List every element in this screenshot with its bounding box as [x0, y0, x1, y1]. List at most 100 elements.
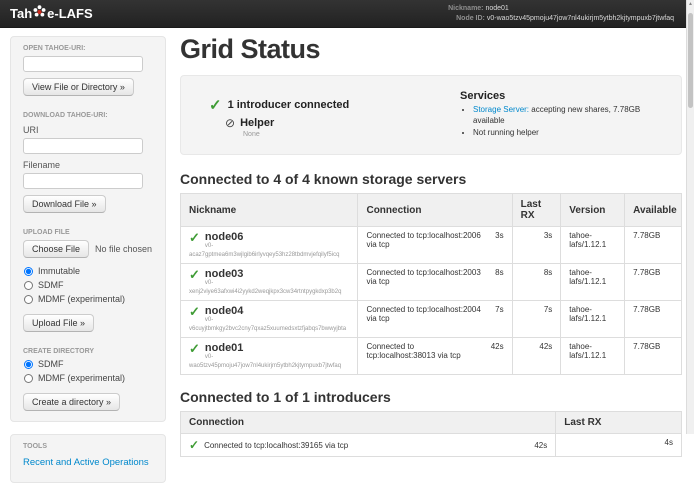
uri-field-label: URI [23, 125, 153, 135]
col-available: Available [625, 194, 682, 227]
connection-text: Connected to tcp:localhost:2006 via tcp [366, 231, 489, 249]
vertical-scrollbar[interactable]: ▲ [686, 0, 694, 434]
available-cell: 7.78GB [625, 264, 682, 301]
peerid-prefix: v0- [205, 243, 244, 250]
peerid-prefix: v0- [205, 354, 244, 361]
introducer-status-text: 1 introducer connected [228, 99, 350, 111]
open-uri-label: OPEN TAHOE-URI: [23, 45, 153, 52]
logo-text-prefix: Tah [10, 6, 32, 21]
storage-table-header-row: Nickname Connection Last RX Version Avai… [181, 194, 682, 227]
radio-mdmf[interactable] [24, 295, 33, 304]
radio-immutable[interactable] [24, 267, 33, 276]
connection-age: 8s [495, 268, 503, 277]
radio-sdmf-label: SDMF [38, 280, 64, 290]
upload-group: UPLOAD FILE Choose File No file chosen I… [23, 229, 153, 332]
scrollbar-thumb[interactable] [688, 13, 693, 108]
filename-input[interactable] [23, 173, 143, 189]
version-cell: tahoe-lafs/1.12.1 [561, 264, 625, 301]
table-row: ✓ node06 v0- acaz7gptmea6m3wjlgib6irlyvq… [181, 227, 682, 264]
connection-cell: Connected to tcp:localhost:2006 via tcp … [358, 227, 512, 264]
available-cell: 7.78GB [625, 301, 682, 338]
upload-file-label: UPLOAD FILE [23, 229, 153, 236]
no-helper-icon: ⊘ [225, 116, 235, 130]
services-panel: Services Storage Server: accepting new s… [460, 88, 665, 144]
nickname-cell: ✓ node01 v0- wao5tzv45pmoju47jow7nl4ukir… [181, 338, 358, 375]
connection-age: 42s [491, 342, 504, 351]
tahoe-lafs-logo: Tah e-LAFS [10, 5, 93, 23]
col-connection: Connection [358, 194, 512, 227]
logo-text-suffix: e-LAFS [47, 6, 93, 21]
radio-row-dir-mdmf: MDMF (experimental) [23, 373, 153, 383]
open-uri-input[interactable] [23, 56, 143, 72]
tools-label: TOOLS [23, 443, 153, 450]
version-cell: tahoe-lafs/1.12.1 [561, 338, 625, 375]
radio-dir-mdmf[interactable] [24, 374, 33, 383]
choose-file-button[interactable]: Choose File [23, 240, 89, 258]
connection-text: Connected to tcp:localhost:38013 via tcp [366, 342, 484, 360]
node-id-label: Node ID: [456, 15, 485, 22]
create-directory-button[interactable]: Create a directory » [23, 393, 120, 411]
grid-status-well: ✓ 1 introducer connected ⊘ Helper None S… [180, 75, 682, 155]
radio-dir-sdmf-label: SDMF [38, 359, 64, 369]
node-nickname: node01 [205, 342, 244, 354]
download-file-button[interactable]: Download File » [23, 195, 106, 213]
last-rx-cell: 3s [512, 227, 561, 264]
last-rx-cell: 7s [512, 301, 561, 338]
available-cell: 7.78GB [625, 227, 682, 264]
tools-panel: TOOLS Recent and Active Operations [10, 434, 166, 483]
node-id-value: v0-wao5tzv45pmoju47jow7nl4ukirjm5ytbh2kj… [487, 15, 674, 22]
connection-text: Connected to tcp:localhost:2004 via tcp [366, 305, 489, 323]
table-row: ✓ node01 v0- wao5tzv45pmoju47jow7nl4ukir… [181, 338, 682, 375]
create-directory-label: CREATE DIRECTORY [23, 348, 153, 355]
tahoe-dots-icon [32, 5, 47, 23]
upload-file-button[interactable]: Upload File » [23, 314, 94, 332]
radio-immutable-label: Immutable [38, 266, 80, 276]
nickname-cell: ✓ node04 v0- v6cuyjtbmkgy2bvc2cny7qxaz5x… [181, 301, 358, 338]
introducer-status-line: ✓ 1 introducer connected [209, 96, 460, 114]
open-uri-group: OPEN TAHOE-URI: View File or Directory » [23, 45, 153, 96]
helper-status-line: ⊘ Helper [225, 116, 460, 130]
no-file-chosen-text: No file chosen [95, 244, 152, 254]
check-icon: ✓ [189, 231, 200, 244]
nickname-label: Nickname: [448, 5, 483, 12]
filename-field-label: Filename [23, 160, 153, 170]
radio-row-immutable: Immutable [23, 266, 153, 276]
table-row: ✓ Connected to tcp:localhost:39165 via t… [181, 434, 682, 457]
radio-dir-mdmf-label: MDMF (experimental) [38, 373, 125, 383]
available-cell: 7.78GB [625, 338, 682, 375]
helper-value: None [243, 131, 460, 138]
last-rx-cell: 8s [512, 264, 561, 301]
sidebar-forms-panel: OPEN TAHOE-URI: View File or Directory »… [10, 36, 166, 422]
check-icon: ✓ [189, 268, 200, 281]
col-nickname: Nickname [181, 194, 358, 227]
node-info: Nickname: node01 Node ID: v0-wao5tzv45pm… [448, 4, 678, 24]
connection-cell: Connected to tcp:localhost:2003 via tcp … [358, 264, 512, 301]
radio-mdmf-label: MDMF (experimental) [38, 294, 125, 304]
peerid-hash: xenj2viye63afxwi4i2yykd2weqjkpx3cw34rtnt… [189, 289, 349, 296]
connection-age: 7s [495, 305, 503, 314]
storage-servers-heading: Connected to 4 of 4 known storage server… [180, 171, 682, 187]
recent-operations-link[interactable]: Recent and Active Operations [23, 457, 149, 468]
col-connection: Connection [181, 412, 556, 434]
radio-sdmf[interactable] [24, 281, 33, 290]
peerid-hash: v6cuyjtbmkgy2bvc2cny7qxaz5xuumedsxtzfjab… [189, 326, 349, 333]
storage-server-link[interactable]: Storage Server: [473, 105, 529, 114]
version-cell: tahoe-lafs/1.12.1 [561, 301, 625, 338]
col-version: Version [561, 194, 625, 227]
service-storage-item: Storage Server: accepting new shares, 7.… [473, 105, 665, 126]
introducers-heading: Connected to 1 of 1 introducers [180, 389, 682, 405]
download-uri-input[interactable] [23, 138, 143, 154]
download-group: DOWNLOAD TAHOE-URI: URI Filename Downloa… [23, 112, 153, 213]
check-icon: ✓ [189, 305, 200, 318]
nickname-cell: ✓ node06 v0- acaz7gptmea6m3wjlgib6irlyvq… [181, 227, 358, 264]
scrollbar-up-icon[interactable]: ▲ [687, 1, 694, 7]
view-file-button[interactable]: View File or Directory » [23, 78, 134, 96]
sidebar: OPEN TAHOE-URI: View File or Directory »… [0, 28, 168, 483]
radio-row-dir-sdmf: SDMF [23, 359, 153, 369]
check-icon: ✓ [189, 438, 199, 452]
radio-dir-sdmf[interactable] [24, 360, 33, 369]
storage-servers-table: Nickname Connection Last RX Version Avai… [180, 193, 682, 375]
service-helper-item: Not running helper [473, 128, 665, 139]
node-nickname: node03 [205, 268, 244, 280]
node-nickname: node04 [205, 305, 244, 317]
